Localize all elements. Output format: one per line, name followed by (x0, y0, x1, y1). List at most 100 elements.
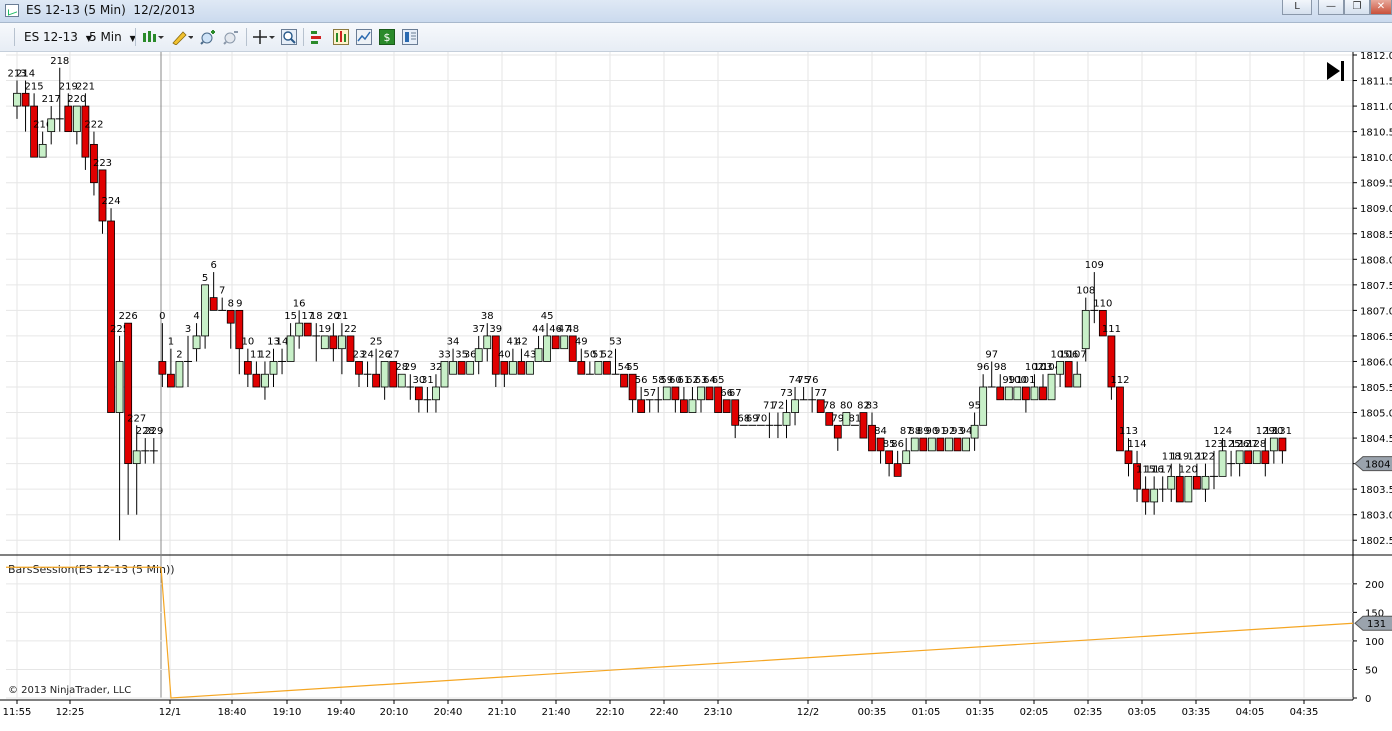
candle[interactable] (662, 386, 671, 401)
chart-area[interactable]: 1812.0 1811.5 1811.0 1810.5 1810.0 1809.5 1809… (0, 51, 1392, 727)
price-axis-tick-label: 1811.5 (1360, 77, 1392, 88)
bar-number-label: 5 (202, 273, 208, 284)
interval-selector[interactable]: 5 Min ▼ (89, 30, 136, 44)
restore-button[interactable]: ❐ (1344, 0, 1370, 15)
candle-body-up (560, 335, 569, 350)
candle[interactable] (1004, 386, 1013, 401)
time-axis-tick-label: 12:25 (56, 707, 85, 718)
candle-body-down (457, 361, 466, 375)
candle[interactable] (1184, 475, 1193, 503)
bar-number-label: 27 (387, 349, 400, 360)
bar-number-label: 10 (241, 337, 254, 348)
candle[interactable] (560, 335, 569, 350)
bar-number-label: 29 (404, 362, 417, 373)
candle[interactable] (1047, 373, 1056, 401)
bar-number-label: 98 (994, 362, 1007, 373)
candle-body-down (1261, 450, 1270, 465)
price-axis-tick-label: 1805.0 (1360, 409, 1392, 420)
price-axis-tick-label: 1803.5 (1360, 485, 1392, 496)
candle[interactable] (466, 361, 475, 375)
chart-style-icon[interactable] (142, 29, 164, 45)
minimize-button[interactable]: — (1318, 0, 1344, 15)
candle-body-up (1269, 437, 1278, 452)
time-axis-tick-label: 02:35 (1074, 707, 1103, 718)
candle[interactable] (175, 361, 184, 388)
bar-number-label: 36 (464, 349, 477, 360)
bar-number-label: 131 (1273, 426, 1292, 437)
bar-number-label: 110 (1093, 298, 1112, 309)
candle[interactable] (936, 437, 945, 452)
bar-number-label: 224 (102, 196, 121, 207)
close-button[interactable]: ✕ (1370, 0, 1392, 15)
candle[interactable] (945, 437, 953, 452)
bar-number-label: 70 (754, 413, 767, 424)
candle-body-down (355, 361, 363, 375)
drawing-pencil-icon[interactable] (171, 29, 194, 46)
candle[interactable] (722, 399, 731, 413)
candle[interactable] (397, 373, 406, 388)
dollar-icon[interactable]: $ (379, 29, 395, 45)
indicators-icon[interactable] (333, 29, 349, 45)
candle-body-down (517, 361, 526, 375)
magnifier-icon[interactable] (281, 29, 297, 45)
candle-body-up (320, 335, 329, 350)
chart-canvas[interactable]: 1812.01811.51811.01810.51810.01809.51809… (0, 51, 1392, 727)
candle-body-down (226, 309, 235, 324)
candle[interactable] (1244, 450, 1253, 465)
candle[interactable] (457, 361, 466, 375)
data-series-icon[interactable] (310, 29, 326, 45)
indicator-title: BarsSession(ES 12-13 (5 Min)) (8, 563, 175, 576)
bar-number-label: 97 (985, 349, 998, 360)
candle[interactable] (1013, 386, 1022, 401)
candle[interactable] (1064, 361, 1073, 388)
candle[interactable] (594, 361, 603, 375)
bar-number-label: 112 (1110, 375, 1129, 386)
candle-body-up (432, 386, 440, 401)
window-title: ES 12-13 (5 Min) 12/2/2013 (26, 3, 195, 17)
candle-body-up (483, 335, 492, 350)
candle[interactable] (551, 335, 560, 350)
candle[interactable] (953, 437, 962, 452)
bar-number-label: 55 (626, 362, 639, 373)
bar-number-label: 79 (831, 413, 844, 424)
candle-body-up (697, 386, 705, 401)
candle-body-up (910, 437, 919, 452)
candle-body-up (1047, 373, 1056, 401)
candle[interactable] (320, 335, 329, 350)
candle[interactable] (962, 437, 970, 452)
candle-body-up (337, 335, 346, 350)
candle-body-up (902, 450, 911, 465)
candle-body-up (1013, 386, 1022, 401)
candle[interactable] (620, 373, 628, 388)
chart-background (0, 52, 1392, 727)
candle[interactable] (303, 322, 312, 337)
layout-button[interactable]: L (1282, 0, 1312, 15)
candle[interactable] (107, 208, 115, 413)
candle[interactable] (1116, 386, 1124, 452)
price-axis-tick-label: 1811.0 (1360, 102, 1392, 113)
candle[interactable] (919, 437, 928, 452)
candle[interactable] (910, 437, 919, 452)
strategies-icon[interactable] (356, 29, 372, 45)
candle-body-up (440, 361, 449, 388)
candle[interactable] (859, 412, 868, 439)
properties-icon[interactable] (402, 29, 418, 45)
crosshair-icon[interactable] (253, 29, 275, 45)
zoom-out-icon[interactable] (223, 29, 239, 45)
candle[interactable] (526, 361, 534, 375)
instrument-selector[interactable]: ES 12-13 ▼ (24, 30, 92, 44)
candle[interactable] (440, 361, 449, 388)
candle[interactable] (1252, 450, 1261, 465)
candle-body-up (47, 118, 56, 133)
candle[interactable] (927, 437, 936, 452)
candle-body-up (201, 284, 210, 337)
zoom-in-icon[interactable] (200, 29, 216, 45)
bar-number-label: 117 (1153, 464, 1172, 475)
candle-body-down (620, 373, 628, 388)
time-axis-tick-label: 00:35 (858, 707, 887, 718)
time-axis-tick-label: 01:05 (912, 707, 941, 718)
candle[interactable] (705, 386, 714, 401)
candle[interactable] (603, 361, 611, 375)
bar-number-label: 8 (228, 298, 234, 309)
time-axis-tick-label: 22:10 (596, 707, 625, 718)
